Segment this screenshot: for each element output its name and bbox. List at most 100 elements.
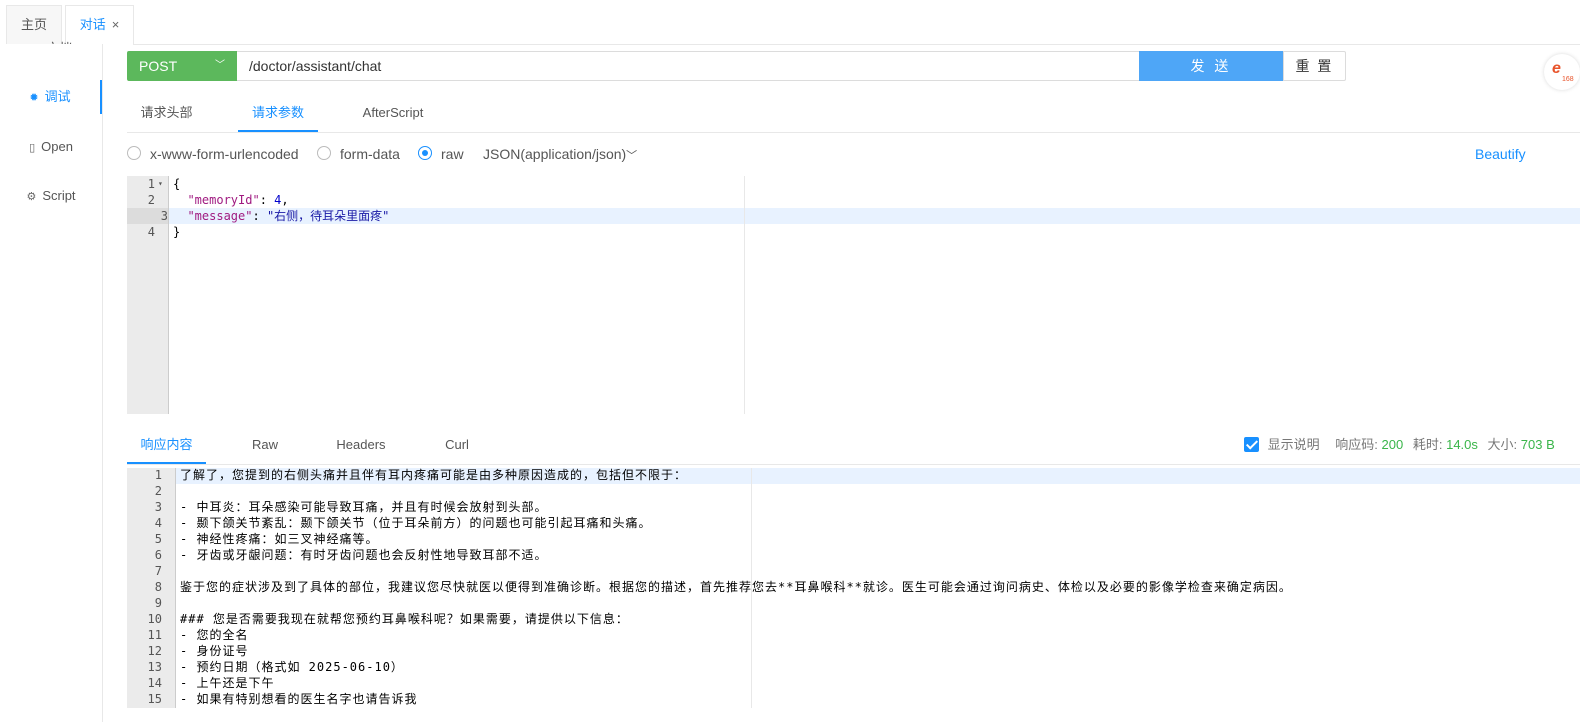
tab-response-raw[interactable]: Raw: [245, 425, 285, 464]
size-value: 703 B: [1520, 437, 1555, 452]
line-number: 2: [154, 484, 162, 498]
show-desc-label[interactable]: 显示说明: [1268, 437, 1320, 452]
radio-form-data-label[interactable]: form-data: [340, 144, 400, 164]
body-type-selector: x-www-form-urlencoded form-data raw JSON…: [127, 143, 1537, 165]
response-line: 了解了，您提到的右侧头痛并且伴有耳内疼痛可能是由多种原因造成的，包括但不限于：: [180, 468, 688, 482]
chevron-down-icon: ﹀: [626, 150, 638, 162]
sidebar-item-debug[interactable]: ✹ 调试: [0, 80, 102, 114]
line-number: 1: [147, 177, 155, 191]
line-number: 14: [147, 676, 162, 690]
line-number: 3: [154, 500, 162, 514]
sidebar-scroll-mask: [0, 44, 102, 58]
content-type-select[interactable]: JSON(application/json)﹀: [483, 144, 637, 166]
sidebar-item-label: Open: [41, 139, 73, 154]
fold-arrow-icon[interactable]: ▾: [158, 176, 163, 192]
line-number: 6: [154, 548, 162, 562]
line-number: 10: [147, 612, 162, 626]
line-number: 8: [154, 580, 162, 594]
token: :: [259, 193, 275, 207]
response-line: - 您的全名: [180, 628, 249, 642]
print-margin: [744, 176, 745, 414]
response-line: - 中耳炎：耳朵感染可能导致耳痛，并且有时候会放射到头部。: [180, 500, 548, 514]
file-icon: ▯: [29, 142, 36, 154]
top-tab-bar: 主页 对话 ×: [0, 0, 1580, 45]
tab-request-params[interactable]: 请求参数: [238, 94, 318, 132]
radio-form-data[interactable]: [317, 146, 331, 160]
response-line: - 颞下颌关节紊乱：颞下颌关节（位于耳朵前方）的问题也可能引起耳痛和头痛。: [180, 516, 652, 530]
method-label: POST: [139, 58, 178, 74]
line-number: 15: [147, 692, 162, 706]
response-body-editor[interactable]: 1 2 3 4 5 6 7 8 9 10 11 12 13 14 15 了解了，您提到的右侧头痛并且伴有耳内…: [127, 468, 1580, 708]
line-number: 4: [154, 516, 162, 530]
line-number: 4: [147, 225, 155, 239]
response-line: ### 您是否需要我现在就帮您预约耳鼻喉科呢？如果需要，请提供以下信息：: [180, 612, 629, 626]
send-button[interactable]: 发 送: [1139, 51, 1283, 81]
status-label: 响应码:: [1335, 437, 1378, 452]
response-line: - 如果有特别想看的医生名字也请告诉我: [180, 692, 418, 706]
line-number: 9: [154, 596, 162, 610]
sidebar-item-label: 调试: [44, 89, 71, 104]
code-line: }: [173, 224, 180, 240]
code-line: "memoryId": 4,: [173, 192, 289, 208]
radio-raw-label[interactable]: raw: [441, 144, 464, 164]
token: :: [252, 209, 267, 223]
tab-response-curl[interactable]: Curl: [440, 425, 474, 464]
line-number: 13: [147, 660, 162, 674]
logo-badge-icon[interactable]: e 168: [1544, 54, 1580, 90]
response-line: 鉴于您的症状涉及到了具体的部位，我建议您尽快就医以便得到准确诊断。根据您的描述，…: [180, 580, 1292, 594]
line-number: 5: [154, 532, 162, 546]
radio-urlencoded-label[interactable]: x-www-form-urlencoded: [150, 144, 299, 164]
response-line: - 牙齿或牙龈问题：有时牙齿问题也会反射性地导致耳部不适。: [180, 548, 548, 562]
line-number: 3: [160, 209, 168, 223]
token-str: "右侧，待耳朵里面疼": [266, 209, 390, 223]
token: {: [173, 177, 181, 191]
response-line: - 上午还是下午: [180, 676, 275, 690]
tab-after-script[interactable]: AfterScript: [353, 94, 433, 132]
editor-gutter: 1 ▾ 2 3 4: [127, 176, 169, 414]
show-desc-checkbox[interactable]: [1244, 437, 1259, 452]
sidebar-item-open[interactable]: ▯ Open: [0, 130, 102, 164]
radio-urlencoded[interactable]: [127, 146, 141, 160]
method-select[interactable]: POST ﹀: [127, 51, 237, 81]
response-line: - 神经性疼痛：如三叉神经痛等。: [180, 532, 379, 546]
tab-response-content[interactable]: 响应内容: [127, 425, 206, 464]
beautify-button[interactable]: Beautify: [1475, 144, 1526, 164]
token: }: [173, 225, 181, 239]
response-tabs: 响应内容 Raw Headers Curl 显示说明 响应码: 200 耗时: …: [127, 425, 1580, 465]
sidebar: ▤文档 ✹调试 ▯Open ⚙Script: [0, 41, 103, 722]
sidebar-item-script[interactable]: ⚙ Script: [0, 179, 102, 213]
reset-button[interactable]: 重 置: [1283, 51, 1346, 81]
request-body-editor[interactable]: 1 ▾ 2 3 4 { "memoryId": 4, "message": "右…: [127, 176, 1580, 414]
radio-raw[interactable]: [418, 146, 432, 160]
editor-gutter: 1 2 3 4 5 6 7 8 9 10 11 12 13 14 15: [127, 468, 176, 708]
line-number: 7: [154, 564, 162, 578]
line-number: 2: [147, 193, 155, 207]
token: ,: [281, 193, 289, 207]
time-label: 耗时:: [1412, 437, 1443, 452]
size-label: 大小:: [1487, 437, 1518, 452]
code-line: {: [173, 176, 180, 192]
close-icon[interactable]: ×: [112, 17, 120, 32]
response-line: - 身份证号: [180, 644, 249, 658]
response-line: - 预约日期（格式如 2025-06-10）: [180, 660, 404, 674]
line-number-active: 3: [127, 208, 168, 224]
chevron-down-icon: ﹀: [215, 60, 225, 71]
line-number: 1: [154, 468, 162, 482]
status-code: 200: [1381, 437, 1404, 452]
tab-response-headers[interactable]: Headers: [332, 425, 390, 464]
tab-request-headers[interactable]: 请求头部: [127, 94, 206, 132]
tab-chat-label: 对话: [79, 17, 106, 32]
request-tabs: 请求头部 请求参数 AfterScript: [127, 94, 1580, 133]
response-meta: 显示说明 响应码: 200 耗时: 14.0s 大小: 703 B: [1244, 425, 1555, 464]
line-number: 11: [147, 628, 162, 642]
content-type-label: JSON(application/json): [483, 146, 627, 162]
script-icon: ⚙: [26, 191, 37, 203]
bug-icon: ✹: [29, 92, 39, 104]
code-line: "message": "右侧，待耳朵里面疼": [173, 208, 389, 224]
time-value: 14.0s: [1446, 437, 1478, 452]
token-key: "message": [187, 209, 253, 223]
url-input[interactable]: /doctor/assistant/chat: [237, 51, 1140, 81]
token-key: "memoryId": [187, 193, 260, 207]
